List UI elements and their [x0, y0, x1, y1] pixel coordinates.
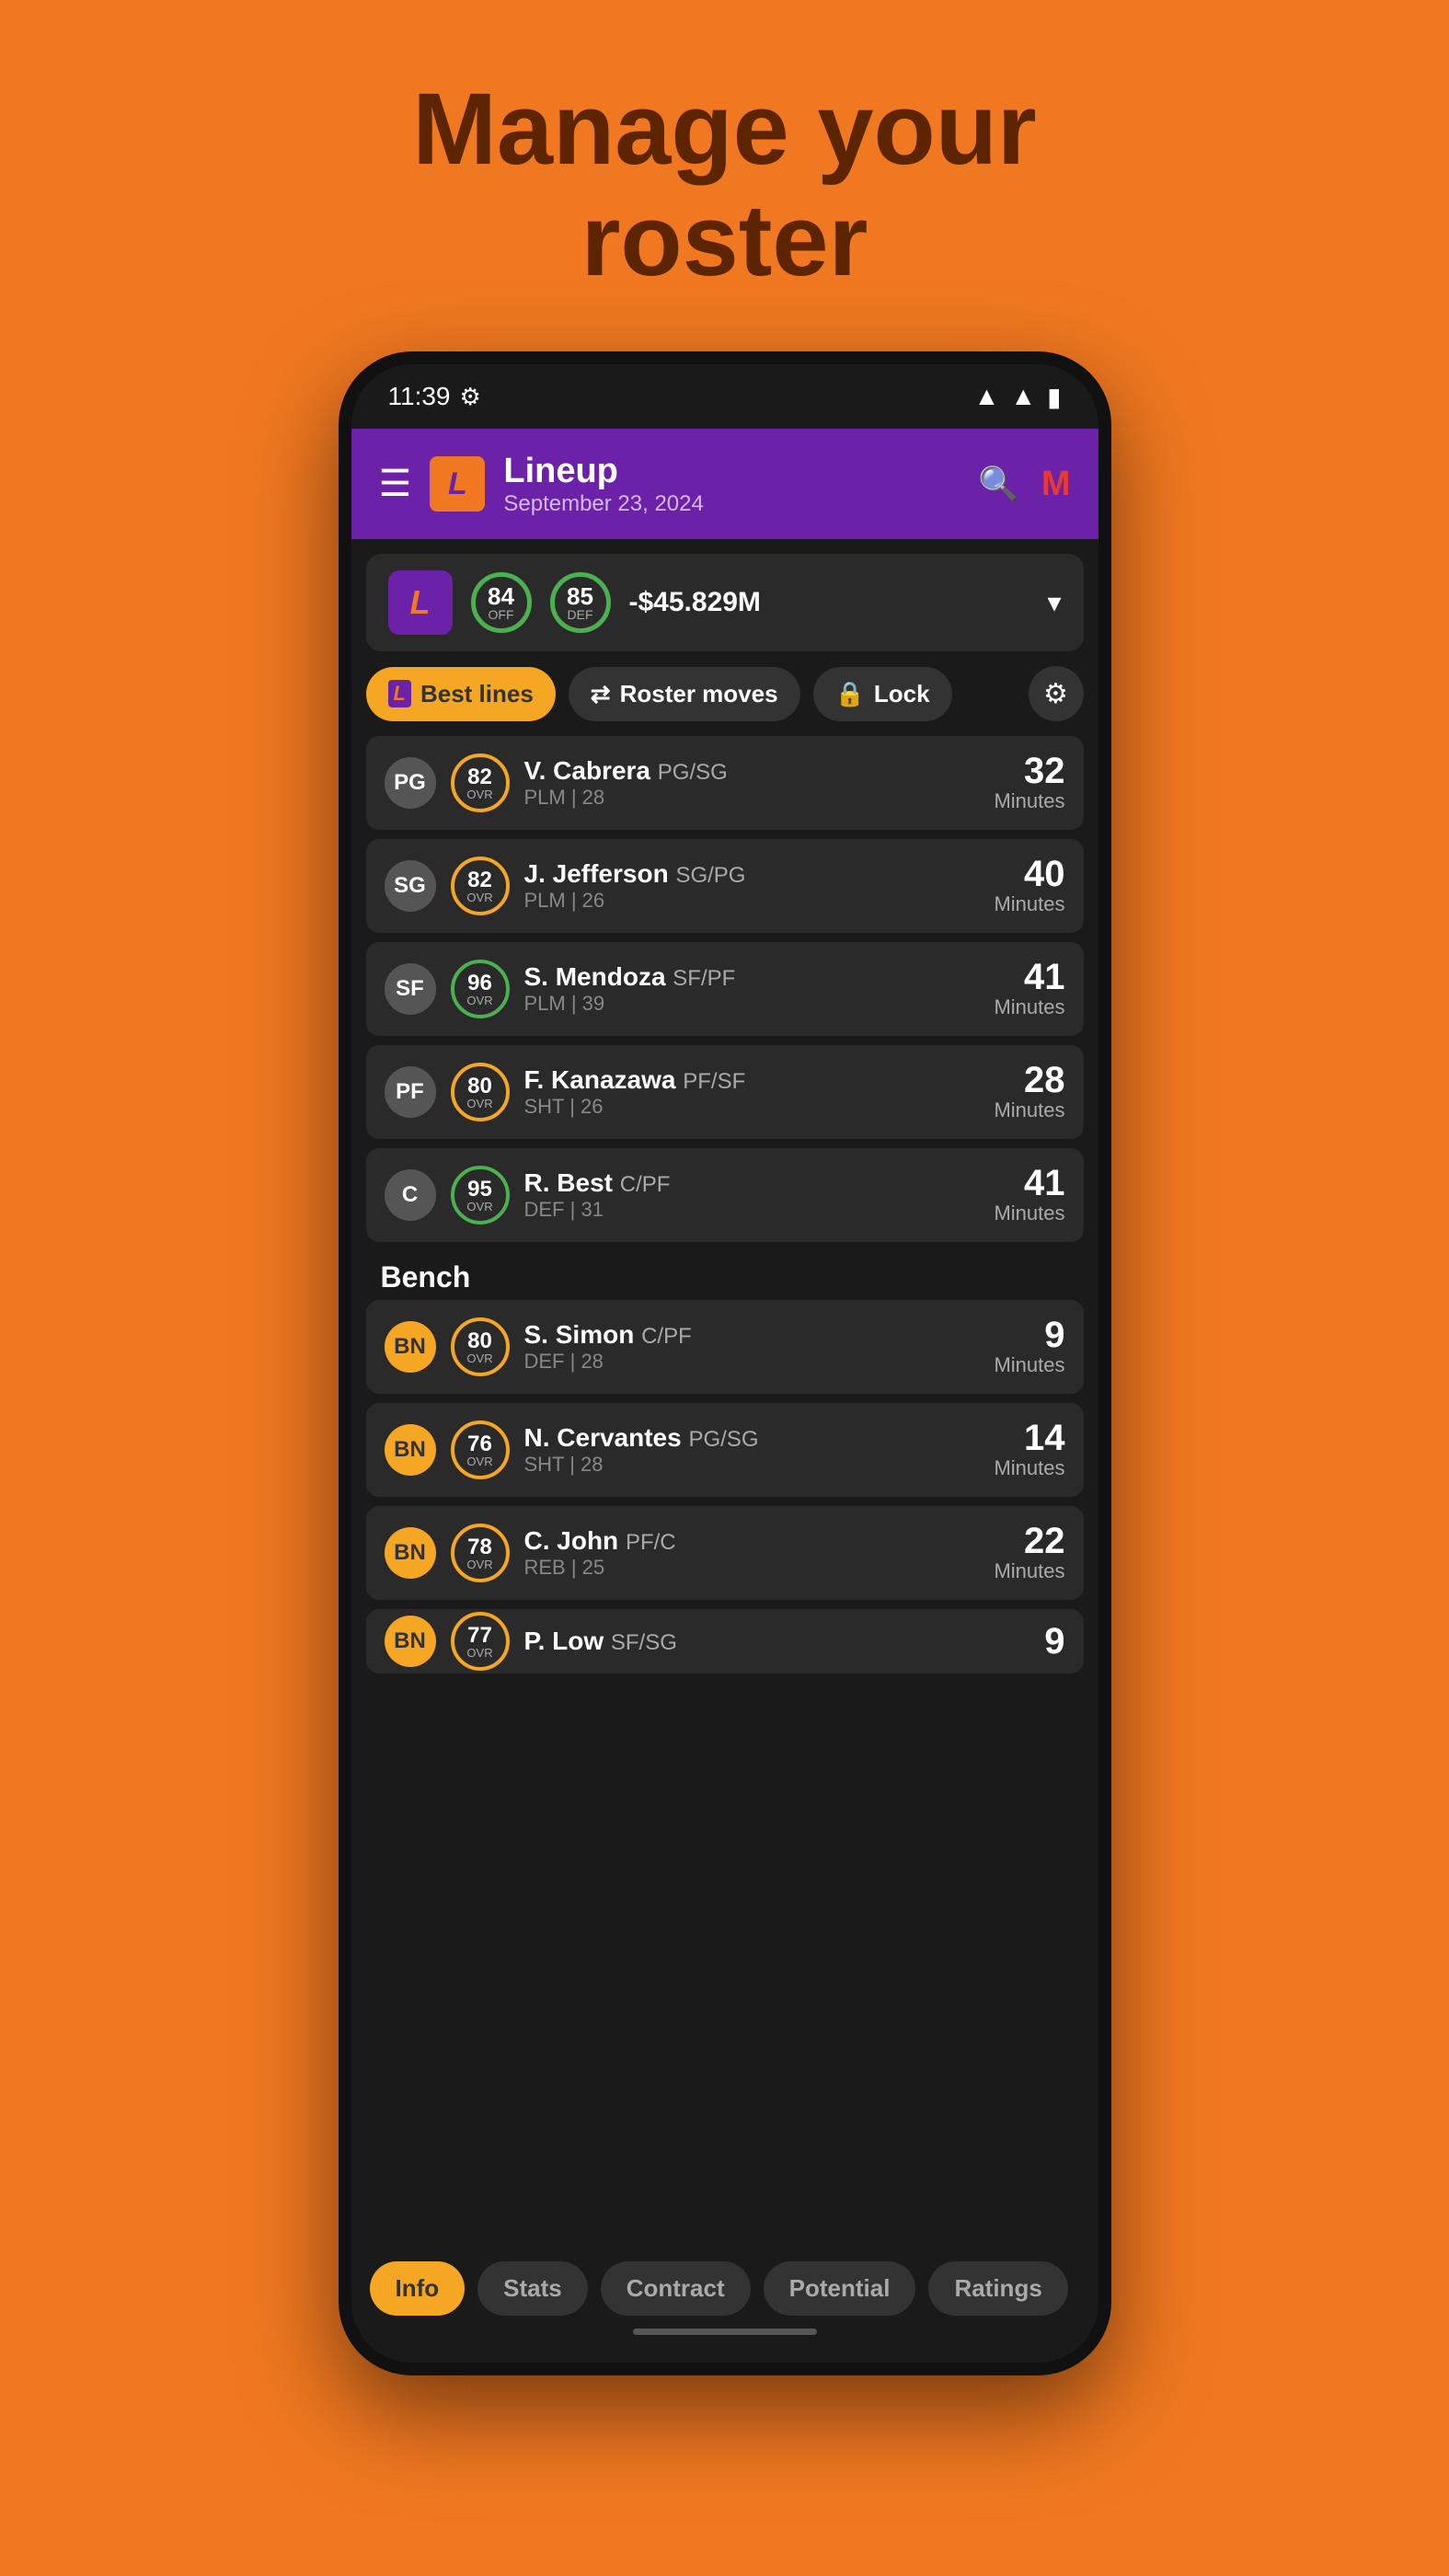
best-lines-button[interactable]: L Best lines: [366, 667, 556, 721]
ovr-circle: 96OVR: [451, 960, 510, 1018]
minutes-block: 9 Minutes: [994, 1317, 1064, 1377]
header-date: September 23, 2024: [503, 491, 704, 517]
position-badge: BN: [385, 1321, 436, 1373]
salary-display: -$45.829M: [629, 587, 1029, 618]
player-name: C. John PF/C: [524, 1526, 676, 1555]
player-sub: PLM | 28: [524, 786, 605, 809]
table-row[interactable]: BN 76OVR N. Cervantes PG/SG SHT | 28 14 …: [366, 1403, 1084, 1497]
roster-moves-button[interactable]: ⇄ Roster moves: [569, 667, 800, 721]
team-stats-bar: L 84 OFF 85 DEF -$45.829M ▾: [366, 554, 1084, 651]
position-badge: C: [385, 1169, 436, 1221]
page-title: Manage your roster: [412, 74, 1036, 296]
position-badge: BN: [385, 1424, 436, 1476]
position-badge: SF: [385, 963, 436, 1015]
tab-ratings[interactable]: Ratings: [928, 2261, 1067, 2316]
settings-gear-button[interactable]: ⚙: [1029, 666, 1084, 721]
off-rating-circle: 84 OFF: [471, 572, 532, 633]
player-sub: SHT | 28: [524, 1453, 604, 1476]
minutes-block: 41 Minutes: [994, 1165, 1064, 1225]
settings-icon: ⚙: [460, 383, 481, 411]
tab-info[interactable]: Info: [370, 2261, 466, 2316]
table-row[interactable]: BN 80OVR S. Simon C/PF DEF | 28 9 Minute…: [366, 1300, 1084, 1394]
bench-section-label: Bench: [366, 1251, 1084, 1300]
player-sub: DEF | 31: [524, 1198, 604, 1221]
team-logo-badge: L: [388, 570, 453, 635]
table-row[interactable]: C 95OVR R. Best C/PF DEF | 31 41 Minutes: [366, 1148, 1084, 1242]
table-row[interactable]: BN 78OVR C. John PF/C REB | 25 22 Minute…: [366, 1506, 1084, 1600]
signal-icon: ▲: [1010, 382, 1036, 411]
minutes-block: 9: [1044, 1623, 1064, 1660]
table-row[interactable]: PF 80OVR F. Kanazawa PF/SF SHT | 26 28 M…: [366, 1045, 1084, 1139]
position-badge: SG: [385, 860, 436, 912]
menu-icon[interactable]: ☰: [379, 463, 412, 505]
player-name: N. Cervantes PG/SG: [524, 1423, 759, 1452]
player-list: PG 82OVR V. Cabrera PG/SG PLM | 28 32 Mi…: [351, 736, 1098, 1673]
tab-stats[interactable]: Stats: [477, 2261, 588, 2316]
player-name: S. Simon C/PF: [524, 1320, 692, 1349]
minutes-block: 28 Minutes: [994, 1062, 1064, 1122]
ovr-circle: 78OVR: [451, 1524, 510, 1582]
phone-device: 11:39 ⚙ ▲ ▲ ▮ ☰ L Lineup September 23, 2…: [339, 351, 1111, 2375]
player-name: R. Best C/PF: [524, 1168, 671, 1197]
ovr-circle: 82OVR: [451, 857, 510, 915]
app-header: ☰ L Lineup September 23, 2024 🔍 M: [351, 429, 1098, 539]
player-sub: PLM | 26: [524, 889, 605, 912]
minutes-block: 22 Minutes: [994, 1523, 1064, 1583]
status-bar: 11:39 ⚙ ▲ ▲ ▮: [351, 364, 1098, 429]
expand-icon[interactable]: ▾: [1047, 587, 1061, 619]
minutes-block: 32 Minutes: [994, 753, 1064, 813]
team-logo-small: L: [430, 456, 485, 512]
tab-potential[interactable]: Potential: [764, 2261, 916, 2316]
table-row[interactable]: SG 82OVR J. Jefferson SG/PG PLM | 26 40 …: [366, 839, 1084, 933]
ovr-circle: 77OVR: [451, 1612, 510, 1671]
wifi-icon: ▲: [974, 382, 1000, 411]
position-badge: BN: [385, 1616, 436, 1667]
table-row[interactable]: SF 96OVR S. Mendoza SF/PF PLM | 39 41 Mi…: [366, 942, 1084, 1036]
minutes-block: 41 Minutes: [994, 959, 1064, 1019]
search-icon[interactable]: 🔍: [978, 465, 1019, 503]
tab-contract[interactable]: Contract: [601, 2261, 751, 2316]
bottom-navigation: Info Stats Contract Potential Ratings: [351, 2247, 1098, 2363]
player-name: P. Low SF/SG: [524, 1627, 677, 1655]
best-lines-logo: L: [388, 680, 411, 707]
ovr-circle: 76OVR: [451, 1420, 510, 1479]
ovr-circle: 80OVR: [451, 1063, 510, 1121]
player-sub: PLM | 39: [524, 992, 605, 1015]
minutes-block: 14 Minutes: [994, 1420, 1064, 1480]
battery-icon: ▮: [1047, 382, 1061, 412]
table-row[interactable]: BN 77OVR P. Low SF/SG 9: [366, 1609, 1084, 1673]
position-badge: BN: [385, 1527, 436, 1579]
position-badge: PF: [385, 1066, 436, 1118]
minutes-block: 40 Minutes: [994, 856, 1064, 916]
player-sub: REB | 25: [524, 1556, 605, 1579]
lock-button[interactable]: 🔒 Lock: [813, 667, 952, 721]
player-name: J. Jefferson SG/PG: [524, 859, 746, 888]
ovr-circle: 80OVR: [451, 1317, 510, 1376]
header-title: Lineup: [503, 452, 704, 491]
ovr-circle: 82OVR: [451, 753, 510, 812]
time-display: 11:39: [388, 382, 451, 411]
player-name: V. Cabrera PG/SG: [524, 756, 728, 785]
profile-icon[interactable]: M: [1041, 465, 1071, 504]
position-badge: PG: [385, 757, 436, 809]
ovr-circle: 95OVR: [451, 1166, 510, 1225]
def-rating-circle: 85 DEF: [550, 572, 611, 633]
lock-icon: 🔒: [835, 680, 865, 708]
table-row[interactable]: PG 82OVR V. Cabrera PG/SG PLM | 28 32 Mi…: [366, 736, 1084, 830]
player-name: F. Kanazawa PF/SF: [524, 1065, 746, 1094]
action-buttons-bar: L Best lines ⇄ Roster moves 🔒 Lock ⚙: [351, 666, 1098, 736]
swap-icon: ⇄: [591, 680, 611, 708]
player-name: S. Mendoza SF/PF: [524, 962, 736, 991]
player-sub: SHT | 26: [524, 1095, 604, 1118]
home-indicator: [633, 2329, 817, 2335]
player-sub: DEF | 28: [524, 1350, 604, 1373]
